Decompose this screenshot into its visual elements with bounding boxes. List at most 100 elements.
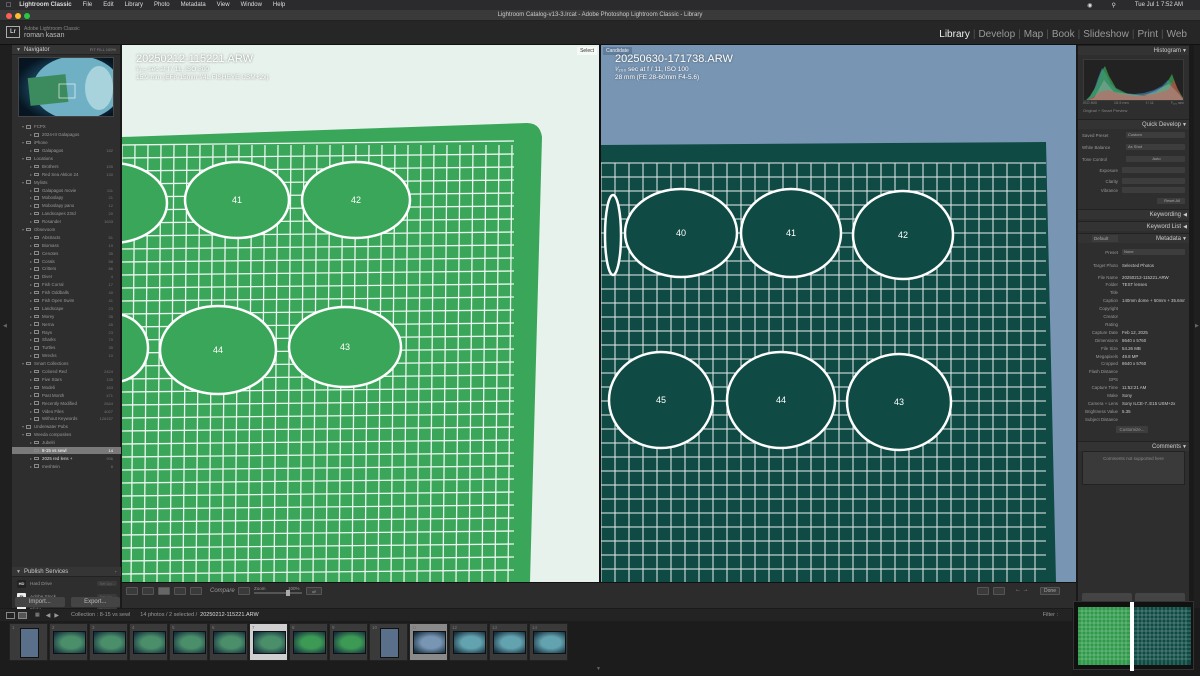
collection-item[interactable]: ▸ Abstracts 51	[12, 233, 121, 241]
collection-item[interactable]: ▸ 2025 red lens + 936	[12, 454, 121, 462]
disclosure-triangle-icon[interactable]: ▸	[30, 322, 32, 327]
module-web[interactable]: Web	[1164, 29, 1190, 40]
module-map[interactable]: Map	[1021, 29, 1046, 40]
disclosure-triangle-icon[interactable]: ▸	[30, 195, 32, 200]
navigator-header[interactable]: ▼ Navigator FIT FILL 100%	[12, 45, 120, 55]
collection-set[interactable]: ▾ Underwater Pubs	[12, 423, 121, 431]
publish-services-header[interactable]: ▼ Publish Services +	[12, 567, 121, 577]
disclosure-triangle-icon[interactable]: ▸	[30, 369, 32, 374]
clarity-steppers[interactable]	[1122, 178, 1185, 184]
apple-icon[interactable]: 	[6, 2, 11, 9]
disclosure-triangle-icon[interactable]: ▸	[30, 377, 32, 382]
add-service-icon[interactable]: +	[115, 569, 117, 574]
menu-photo[interactable]: Photo	[154, 2, 170, 8]
customize-button[interactable]: Customize...	[1116, 426, 1148, 433]
collection-item[interactable]: ▸ Diver 4	[12, 273, 121, 281]
filmstrip-source[interactable]: Collection : 8-15 vs sewl	[71, 612, 130, 618]
collection-item[interactable]: ▸ Brothers 155	[12, 162, 121, 170]
menu-library[interactable]: Library	[125, 2, 143, 8]
zoom-slider[interactable]	[254, 590, 302, 596]
disclosure-triangle-icon[interactable]: ▸	[30, 235, 32, 240]
collection-item[interactable]: ▸ Jubelri	[12, 439, 121, 447]
collection-item[interactable]: ▸ Moboslapy pano 12	[12, 202, 121, 210]
filmstrip-thumbnail[interactable]: 13	[489, 623, 528, 661]
auto-tone-button[interactable]: Auto	[1126, 156, 1185, 162]
import-button[interactable]: Import...	[15, 597, 65, 607]
disclosure-triangle-icon[interactable]: ▾	[22, 140, 24, 145]
menu-metadata[interactable]: Metadata	[181, 2, 206, 8]
disclosure-triangle-icon[interactable]: ▾	[22, 124, 24, 129]
menu-app-name[interactable]: Lightroom Classic	[19, 2, 71, 8]
collection-item[interactable]: ▸ Five Stars 135	[12, 376, 121, 384]
collection-item[interactable]: ▸ Turtles 35	[12, 344, 121, 352]
right-panel-toggle[interactable]: ▶	[1194, 45, 1200, 608]
collapse-triangle-icon[interactable]: ▼	[16, 569, 21, 575]
white-balance-dropdown[interactable]: As Shot	[1126, 144, 1185, 150]
collection-item[interactable]: ▸ Past Month 471	[12, 391, 121, 399]
second-window-icon[interactable]	[18, 611, 27, 619]
menu-edit[interactable]: Edit	[103, 2, 113, 8]
disclosure-triangle-icon[interactable]: ▸	[30, 203, 32, 208]
saved-preset-dropdown[interactable]: Custom	[1126, 132, 1185, 138]
zoom-window-button[interactable]	[24, 13, 30, 19]
metadata-header[interactable]: Default Metadata ▼	[1078, 233, 1189, 243]
menu-help[interactable]: Help	[273, 2, 285, 8]
collection-set[interactable]: ▾ Smart Collections	[12, 360, 121, 368]
close-window-button[interactable]	[6, 13, 12, 19]
collection-item[interactable]: ▸ Wrecks 10	[12, 352, 121, 360]
metadata-preset-field[interactable]: None	[1122, 249, 1185, 255]
metadata-field-value[interactable]: 8640 x 5760	[1122, 338, 1185, 343]
candidate-photo[interactable]: 40 41 42 45 44 43 Candidate 20250630-171738.A…	[601, 45, 1076, 582]
secondary-display-preview[interactable]	[1073, 601, 1194, 671]
vibrance-steppers[interactable]	[1122, 187, 1185, 193]
collection-item[interactable]: ▸ meshtein 8	[12, 462, 121, 470]
quick-develop-header[interactable]: Quick Develop ▼	[1078, 119, 1189, 129]
disclosure-triangle-icon[interactable]: ▸	[30, 385, 32, 390]
disclosure-triangle-icon[interactable]: ▸	[30, 290, 32, 295]
grid-view-button[interactable]	[126, 587, 138, 595]
filmstrip-thumbnail[interactable]: 3	[89, 623, 128, 661]
module-print[interactable]: Print	[1134, 29, 1161, 40]
collapse-triangle-icon[interactable]: ◀	[1183, 212, 1187, 218]
export-button[interactable]: Export...	[70, 597, 120, 607]
make-select-button[interactable]	[993, 587, 1005, 595]
module-slideshow[interactable]: Slideshow	[1080, 29, 1132, 40]
filmstrip-thumbnail[interactable]: 9	[329, 623, 368, 661]
disclosure-triangle-icon[interactable]: ▸	[30, 401, 32, 406]
original-smart-preview[interactable]: Original + Smart Preview	[1083, 108, 1127, 113]
disclosure-triangle-icon[interactable]: ▸	[30, 164, 32, 169]
forward-arrow-icon[interactable]: ▶	[54, 612, 59, 619]
filmstrip-current-file[interactable]: 20250212-115221.ARW	[200, 612, 259, 618]
metadata-field-value[interactable]: Feb 12, 2025	[1122, 330, 1185, 335]
collection-item[interactable]: ▸ Red Sea Aktion 24 130	[12, 170, 121, 178]
filmstrip-thumbnail[interactable]: 4	[129, 623, 168, 661]
survey-view-button[interactable]	[174, 587, 186, 595]
disclosure-triangle-icon[interactable]: ▸	[30, 282, 32, 287]
disclosure-triangle-icon[interactable]: ▾	[22, 361, 24, 366]
metadata-field-value[interactable]: TEST lenses	[1122, 282, 1185, 287]
done-button[interactable]: Done	[1040, 587, 1060, 595]
collection-item[interactable]: ▸ Fish Oddballs 40	[12, 289, 121, 297]
module-book[interactable]: Book	[1049, 29, 1078, 40]
collection-item[interactable]: ▸ Galapagos 182	[12, 147, 121, 155]
comments-header[interactable]: Comments ▼	[1078, 441, 1189, 451]
disclosure-triangle-icon[interactable]: ▸	[30, 243, 32, 248]
collection-item[interactable]: ▸ Fish Open Swim 41	[12, 297, 121, 305]
collection-set[interactable]: ▾ Locations	[12, 155, 121, 163]
target-photo-value[interactable]: Selected Photos	[1122, 263, 1185, 268]
disclosure-triangle-icon[interactable]: ▸	[30, 274, 32, 279]
filmstrip-thumbnail[interactable]: 10	[369, 623, 408, 661]
disclosure-triangle-icon[interactable]: ▸	[30, 306, 32, 311]
collection-item[interactable]: ▸ Galapagos movie 111	[12, 186, 121, 194]
disclosure-triangle-icon[interactable]: ▸	[30, 416, 32, 421]
disclosure-triangle-icon[interactable]: ▸	[30, 211, 32, 216]
disclosure-triangle-icon[interactable]: ▸	[30, 345, 32, 350]
grid-icon[interactable]: ▦	[35, 612, 40, 618]
filmstrip-toggle[interactable]: ▼	[0, 665, 1072, 675]
filmstrip-thumbnail[interactable]: 5	[169, 623, 208, 661]
disclosure-triangle-icon[interactable]: ▸	[30, 259, 32, 264]
disclosure-triangle-icon[interactable]: ▸	[30, 148, 32, 153]
collection-set[interactable]: ▾ Mylists	[12, 178, 121, 186]
filmstrip-thumbnail[interactable]: 1	[9, 623, 48, 661]
collection-item[interactable]: ▸ Landscape 23	[12, 304, 121, 312]
